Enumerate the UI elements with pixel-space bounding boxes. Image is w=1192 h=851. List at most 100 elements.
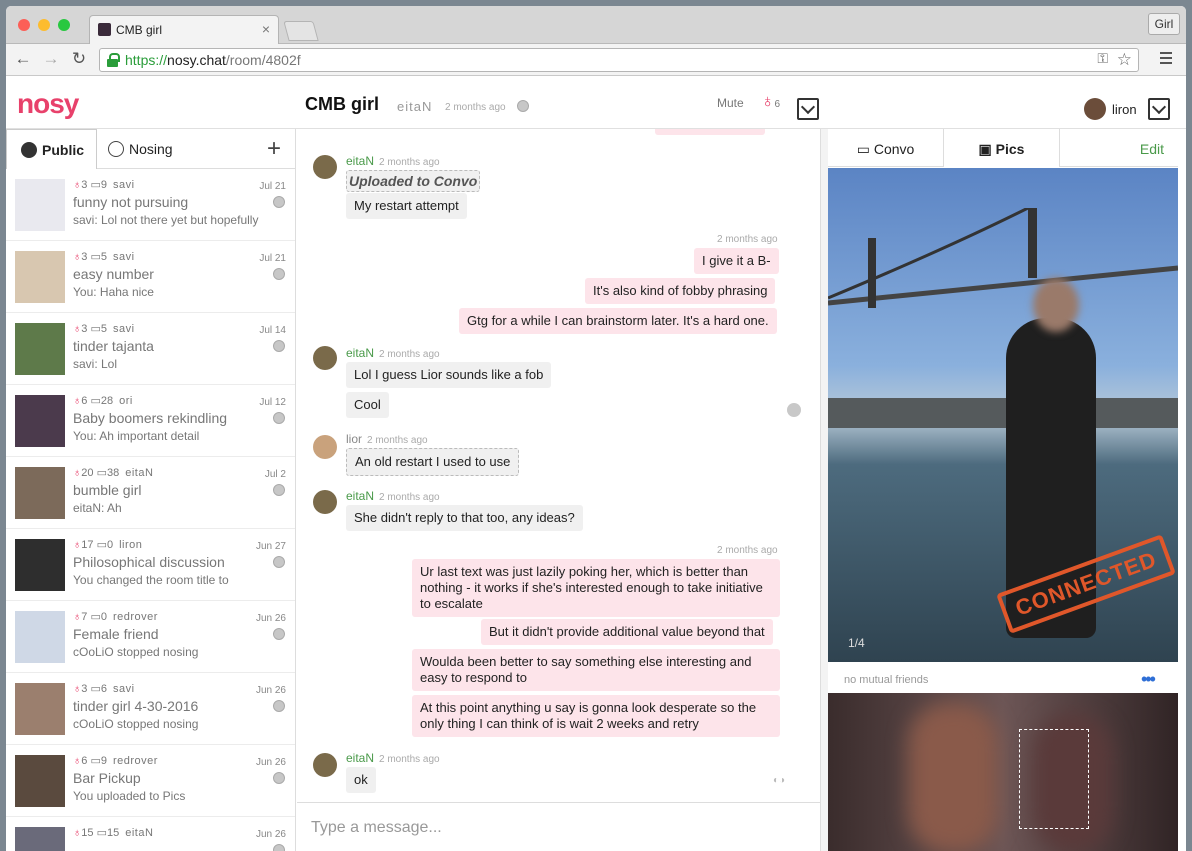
room-date: Jun 26 — [255, 829, 286, 840]
bookmark-star-icon[interactable]: ☆ — [1117, 50, 1132, 70]
favicon-icon — [98, 23, 111, 36]
room-last-message: You uploaded to Pics — [73, 789, 186, 803]
message-input[interactable]: Type a message... — [297, 802, 820, 851]
message-bubble: ok — [346, 767, 376, 793]
message-sender: lior 2 months ago — [346, 432, 428, 446]
room-dropdown-button[interactable] — [797, 98, 819, 120]
message-bubble[interactable]: An old restart I used to use — [346, 448, 520, 476]
blurred-person — [908, 703, 998, 851]
chat-bubble-icon: ▭ — [856, 141, 874, 157]
comment-count: 38 — [106, 467, 120, 479]
forward-arrow-icon[interactable]: → — [40, 49, 62, 69]
edit-button[interactable]: Edit — [1059, 129, 1178, 167]
close-window-icon[interactable] — [18, 19, 30, 31]
room-owner: eitaN — [125, 827, 154, 839]
tab-public[interactable]: Public — [6, 129, 97, 169]
message-bubble: It's also kind of fobby phrasing — [585, 278, 776, 304]
room-list-item[interactable]: ♁15 ▭15 eitaN Jun 26 — [6, 817, 295, 851]
key-icon[interactable]: ⚿ — [1097, 50, 1108, 67]
maximize-window-icon[interactable] — [58, 19, 70, 31]
user-dropdown-button[interactable] — [1148, 98, 1170, 120]
comment-count: 5 — [100, 323, 107, 335]
comment-icon: ▭ — [96, 539, 107, 551]
room-meta: ♁17 ▭0 liron — [73, 538, 142, 551]
nose-icon: ♁ — [73, 539, 82, 551]
message-sender: eitaN 2 months ago — [346, 154, 440, 168]
nose-count: 7 — [81, 611, 88, 623]
room-list-item[interactable]: ♁6 ▭28 ori Jul 12 Baby boomers rekindling Yo… — [6, 385, 295, 457]
room-thumbnail — [15, 251, 65, 303]
room-list-item[interactable]: ♁20 ▭38 eitaN Jul 2 bumble girl eitaN: Ah — [6, 457, 295, 529]
globe-icon — [273, 196, 285, 208]
nose-count: 3 — [81, 179, 88, 191]
room-list-item[interactable]: ♁3 ▭5 savi Jul 21 easy number You: Haha nice — [6, 241, 295, 313]
back-arrow-icon[interactable]: ← — [12, 49, 34, 69]
sender-name: eitaN — [346, 489, 375, 503]
second-photo[interactable] — [828, 693, 1178, 851]
room-title: tinder girl 4-30-2016 — [73, 698, 199, 714]
message-time: 2 months ago — [379, 157, 440, 168]
message-bubble: Gtg for a while I can brainstorm later. … — [459, 308, 777, 334]
media-panel: ▭ Convo ▣ Pics Edit CONNECTED 1/4 no mut… — [828, 129, 1186, 851]
room-owner: savi — [112, 323, 135, 335]
panel-resize-handle[interactable] — [820, 129, 828, 851]
comment-count: 9 — [100, 755, 107, 767]
message-bubble-cut — [655, 129, 765, 135]
user-avatar[interactable] — [1084, 98, 1106, 120]
room-date: Jul 21 — [259, 181, 286, 192]
address-bar[interactable]: https://nosy.chat/room/4802f ⚿ ☆ — [99, 48, 1139, 72]
room-list-item[interactable]: ♁3 ▭5 savi Jul 14 tinder tajanta savi: Lol — [6, 313, 295, 385]
railing-graphic — [828, 398, 1178, 428]
comment-count: 0 — [106, 539, 114, 551]
new-tab-button[interactable] — [283, 21, 319, 41]
comment-icon: ▭ — [90, 251, 101, 263]
room-list-item[interactable]: ♁17 ▭0 liron Jun 27 Philosophical discussio… — [6, 529, 295, 601]
user-name[interactable]: liron — [1112, 102, 1137, 117]
browser-window: CMB girl × Girl ← → ↻ https://nosy.chat/… — [6, 6, 1186, 851]
upload-notice[interactable]: Uploaded to Convo — [346, 170, 481, 192]
tab-convo[interactable]: ▭ Convo — [828, 129, 944, 167]
comment-count: 5 — [100, 251, 107, 263]
browser-tab[interactable]: CMB girl × — [89, 15, 279, 44]
scroll-indicator[interactable] — [787, 403, 801, 417]
minimize-window-icon[interactable] — [38, 19, 50, 31]
room-list-item[interactable]: ♁7 ▭0 redrover Jun 26 Female friend cOoLiO s… — [6, 601, 295, 673]
tab-pics-label: Pics — [995, 141, 1025, 157]
browser-menu-icon[interactable] — [1160, 52, 1172, 67]
room-owner: eitaN — [125, 467, 154, 479]
nose-icon — [108, 141, 124, 157]
profile-photo[interactable]: CONNECTED 1/4 — [828, 168, 1178, 662]
more-options-icon[interactable]: ••• — [1141, 669, 1156, 690]
room-last-message: savi: Lol — [73, 357, 118, 371]
tab-nosing[interactable]: Nosing — [108, 129, 208, 169]
message-bubble: She didn't reply to that too, any ideas? — [346, 505, 583, 531]
room-meta: ♁15 ▭15 eitaN — [73, 826, 153, 839]
room-title[interactable]: CMB girl — [305, 94, 379, 115]
message-time: 2 months ago — [379, 349, 440, 360]
profile-button[interactable]: Girl — [1148, 13, 1180, 35]
face-tag-box[interactable] — [1019, 729, 1089, 829]
close-tab-icon[interactable]: × — [262, 21, 270, 37]
reload-icon[interactable]: ↻ — [68, 49, 90, 69]
room-title: Bar Pickup — [73, 770, 141, 786]
room-meta: ♁6 ▭28 ori — [73, 394, 133, 407]
comment-count: 0 — [100, 611, 107, 623]
room-owner: savi — [112, 251, 135, 263]
photo-counter: 1/4 — [848, 636, 865, 650]
room-list-item[interactable]: ♁3 ▭6 savi Jun 26 tinder girl 4-30-2016 cOoL… — [6, 673, 295, 745]
room-list-item[interactable]: ♁6 ▭9 redrover Jun 26 Bar Pickup You uploade… — [6, 745, 295, 817]
room-meta: ♁6 ▭9 redrover — [73, 754, 158, 767]
url-scheme: https:// — [125, 52, 168, 68]
globe-icon — [517, 100, 529, 112]
mute-button[interactable]: Mute — [717, 96, 744, 110]
tab-pics[interactable]: ▣ Pics — [944, 129, 1059, 167]
room-title: easy number — [73, 266, 154, 282]
app-logo[interactable]: nosy — [17, 88, 79, 120]
room-time: 2 months ago — [445, 102, 506, 113]
add-room-button[interactable]: + — [267, 135, 281, 163]
nose-count: 6 — [81, 395, 88, 407]
nose-counter[interactable]: ♁6 — [761, 91, 780, 112]
globe-icon — [21, 142, 37, 158]
room-list-item[interactable]: ♁3 ▭9 savi Jul 21 funny not pursuing savi: L… — [6, 169, 295, 241]
sender-name: eitaN — [346, 346, 375, 360]
